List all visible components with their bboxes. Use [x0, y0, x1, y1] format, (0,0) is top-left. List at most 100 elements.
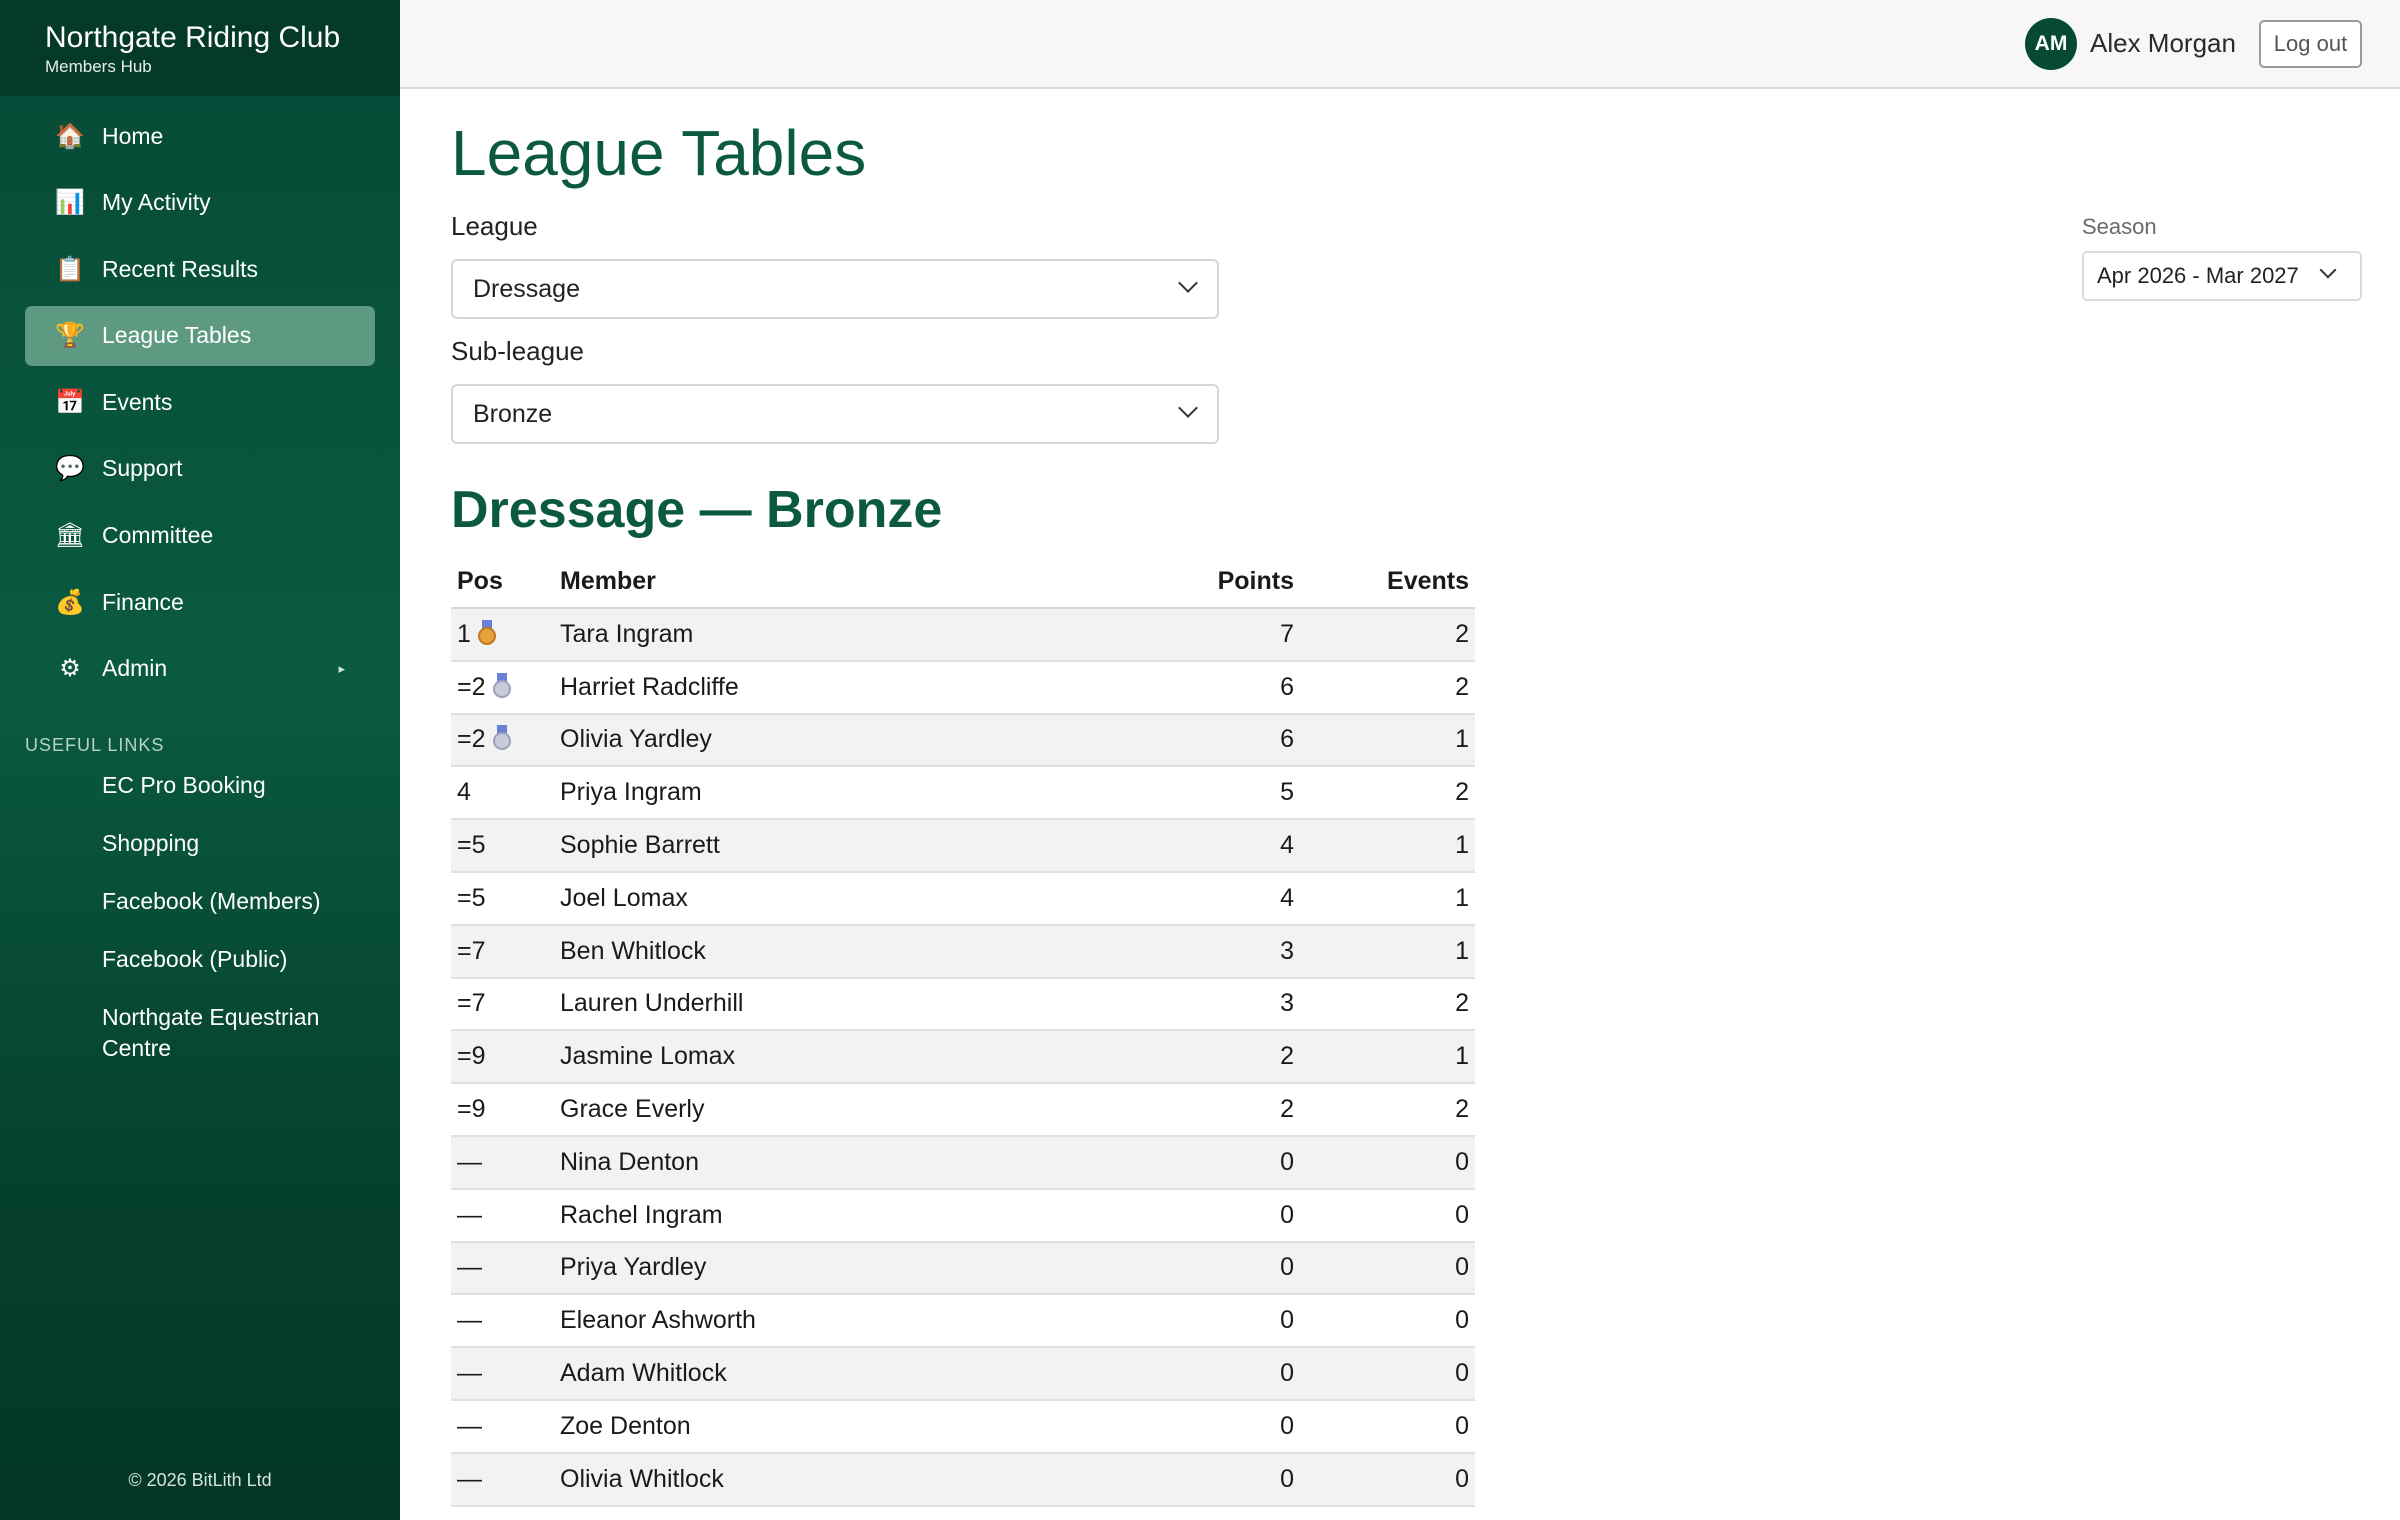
pos-value: — [457, 1253, 482, 1282]
header-member[interactable]: Member [554, 556, 1154, 609]
cell-pos: =2 [451, 660, 554, 715]
table-row: =2 Harriet Radcliffe 6 2 [451, 660, 1475, 715]
pos-value: — [457, 1200, 482, 1229]
cell-events: 2 [1300, 977, 1475, 1032]
pos-value: =9 [457, 1095, 486, 1124]
pos-value: — [457, 1411, 482, 1440]
cell-pos: 1 [451, 608, 554, 662]
header-events[interactable]: Events [1300, 556, 1475, 609]
table-row: =9 Jasmine Lomax 2 1 [451, 1030, 1475, 1085]
pos-value: — [457, 1306, 482, 1335]
money-bag-icon: 💰 [55, 588, 85, 616]
cell-member: Rachel Ingram [554, 1188, 1154, 1243]
cell-events: 0 [1300, 1294, 1475, 1349]
sidebar-item-label: Home [102, 122, 164, 149]
sidebar-item-my-activity[interactable]: 📊 My Activity [25, 173, 375, 233]
cell-member: Joel Lomax [554, 871, 1154, 926]
season-select[interactable]: Apr 2026 - Mar 2027 [2082, 251, 2362, 301]
season-select-value: Apr 2026 - Mar 2027 [2097, 263, 2299, 288]
sidebar-item-home[interactable]: 🏠 Home [25, 106, 375, 166]
sidebar-item-admin[interactable]: ⚙ Admin ▸ [25, 639, 375, 699]
cell-events: 1 [1300, 1030, 1475, 1085]
cell-events: 1 [1300, 819, 1475, 873]
brand-subtitle: Members Hub [45, 57, 152, 76]
useful-link[interactable]: Facebook (Members) [102, 886, 372, 917]
cell-pos: — [451, 1294, 554, 1349]
season-label: Season [2082, 214, 2157, 239]
header-pos[interactable]: Pos [451, 556, 554, 609]
table-body: 1 Tara Ingram 7 2 =2 Harriet Radcliffe 6 2 =2 Oli… [451, 608, 1475, 1507]
header-points[interactable]: Points [1154, 556, 1300, 609]
sidebar-item-committee[interactable]: 🏛 Committee [25, 506, 375, 566]
cell-events: 0 [1300, 1135, 1475, 1190]
pos-value: =5 [457, 883, 486, 912]
logout-button[interactable]: Log out [2259, 20, 2362, 68]
cell-events: 0 [1300, 1399, 1475, 1454]
clipboard-icon: 📋 [55, 255, 85, 283]
cell-points: 6 [1154, 713, 1300, 768]
pos-value: — [457, 1147, 482, 1176]
league-select[interactable]: Dressage [451, 259, 1219, 319]
avatar[interactable]: AM [2025, 18, 2077, 70]
home-icon: 🏠 [55, 122, 85, 150]
sidebar-item-support[interactable]: 💬 Support [25, 439, 375, 499]
sidebar-item-events[interactable]: 📅 Events [25, 372, 375, 432]
sidebar-item-recent-results[interactable]: 📋 Recent Results [25, 239, 375, 299]
building-icon: 🏛 [54, 522, 86, 550]
sidebar-item-league-tables[interactable]: 🏆 League Tables [25, 305, 375, 366]
cell-pos: — [451, 1241, 554, 1296]
cell-pos: — [451, 1347, 554, 1401]
gold-medal-icon [477, 619, 497, 646]
cell-member: Olivia Yardley [554, 713, 1154, 768]
cell-events: 2 [1300, 608, 1475, 662]
calendar-icon: 📅 [55, 388, 85, 416]
silver-medal-icon [492, 725, 512, 751]
cell-pos: — [451, 1188, 554, 1243]
chart-icon: 📊 [55, 189, 85, 217]
cell-points: 0 [1154, 1347, 1300, 1401]
cell-points: 4 [1154, 871, 1300, 926]
table-row: =5 Sophie Barrett 4 1 [451, 819, 1475, 873]
table-row: =5 Joel Lomax 4 1 [451, 871, 1475, 926]
cell-pos: =9 [451, 1030, 554, 1085]
pos-value: =5 [457, 831, 486, 860]
pos-value: — [457, 1359, 482, 1388]
cell-member: Priya Yardley [554, 1241, 1154, 1296]
subleague-label: Sub-league [451, 336, 584, 366]
cell-events: 0 [1300, 1452, 1475, 1507]
cell-points: 3 [1154, 924, 1300, 979]
league-table: Pos Member Points Events 1 Tara Ingram 7 2 =… [451, 556, 1475, 1507]
sidebar-item-label: League Tables [102, 322, 252, 349]
pos-value: 1 [457, 619, 471, 648]
cell-member: Eleanor Ashworth [554, 1294, 1154, 1349]
useful-link[interactable]: Facebook (Public) [102, 944, 372, 975]
sidebar-item-label: My Activity [102, 189, 211, 216]
user-name: Alex Morgan [2090, 28, 2236, 58]
cell-member: Adam Whitlock [554, 1347, 1154, 1401]
cell-points: 3 [1154, 977, 1300, 1032]
cell-points: 0 [1154, 1294, 1300, 1349]
cell-member: Olivia Whitlock [554, 1452, 1154, 1507]
subleague-select[interactable]: Bronze [451, 384, 1219, 444]
cell-member: Zoe Denton [554, 1399, 1154, 1454]
table-header-row: Pos Member Points Events [451, 556, 1475, 609]
copyright: © 2026 BitLith Ltd [128, 1470, 272, 1490]
pos-value: =7 [457, 989, 486, 1018]
useful-links-heading: USEFUL LINKS [25, 735, 165, 755]
useful-link[interactable]: Shopping [102, 828, 372, 859]
table-row: — Priya Yardley 0 0 [451, 1241, 1475, 1296]
cell-points: 0 [1154, 1452, 1300, 1507]
page-title: League Tables [451, 117, 867, 189]
table-row: 1 Tara Ingram 7 2 [451, 608, 1475, 662]
cell-points: 2 [1154, 1083, 1300, 1137]
sidebar-item-label: Events [102, 388, 173, 415]
cell-member: Priya Ingram [554, 766, 1154, 821]
cell-points: 0 [1154, 1241, 1300, 1296]
sidebar-item-finance[interactable]: 💰 Finance [25, 572, 375, 632]
useful-link[interactable]: EC Pro Booking [102, 770, 372, 801]
table-row: — Adam Whitlock 0 0 [451, 1347, 1475, 1401]
brand[interactable]: Northgate Riding Club Members Hub [0, 0, 400, 96]
chevron-down-icon [1178, 398, 1198, 418]
useful-link[interactable]: Northgate Equestrian Centre [102, 1002, 372, 1064]
cell-points: 0 [1154, 1188, 1300, 1243]
